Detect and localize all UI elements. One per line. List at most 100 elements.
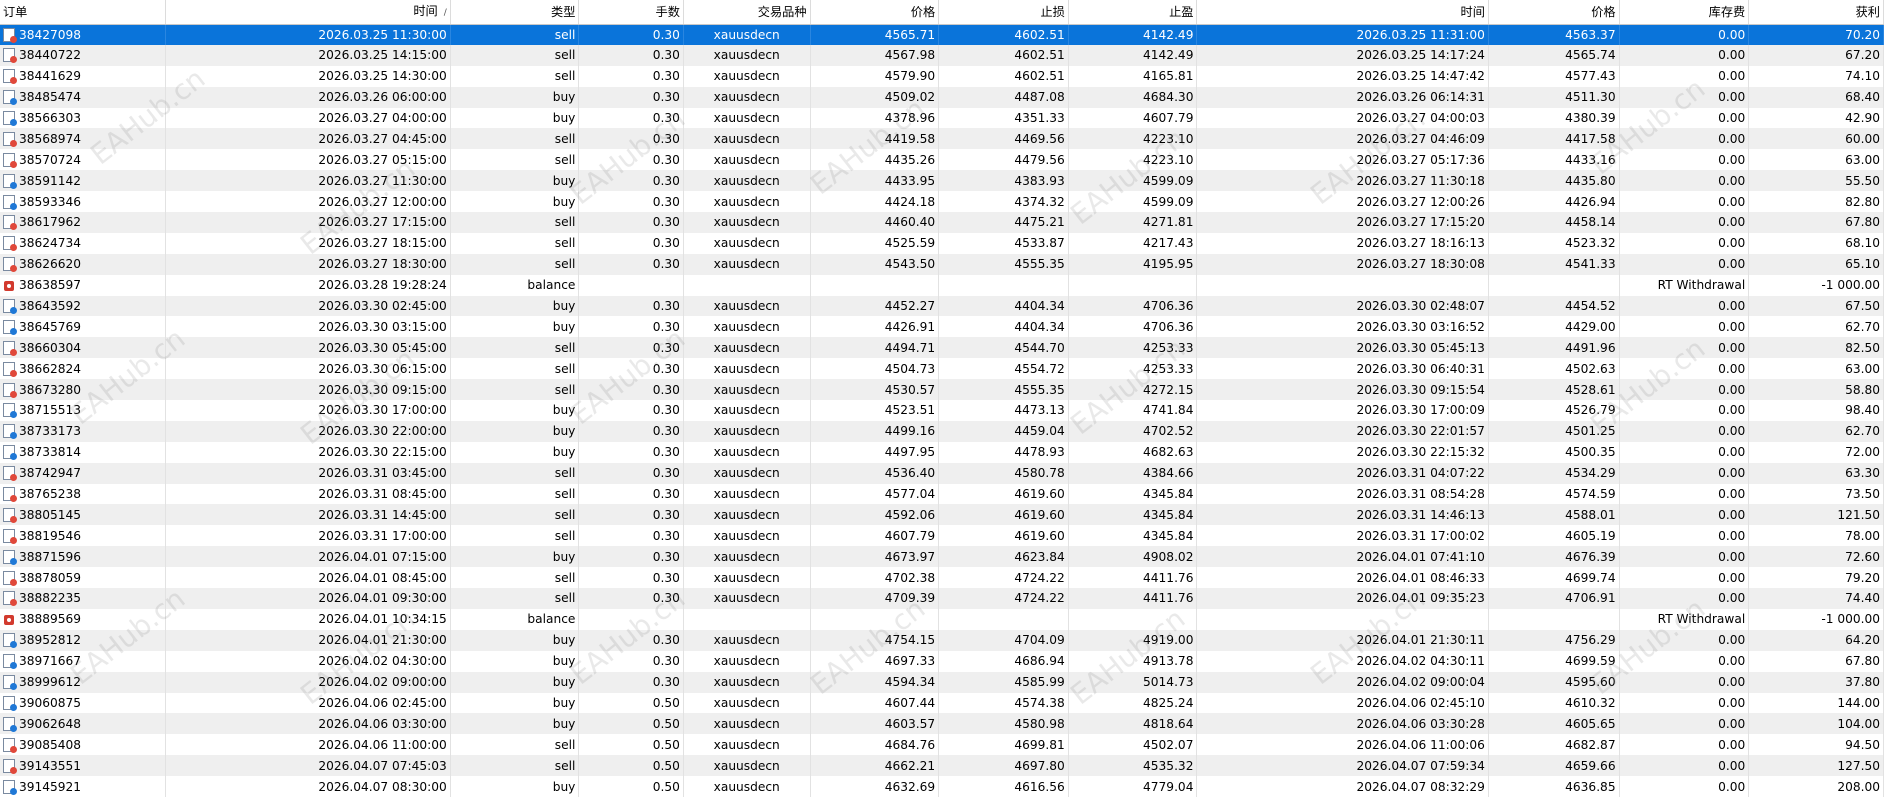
- cell-profit: -1 000.00: [1748, 608, 1884, 630]
- order-id: 38593346: [19, 194, 82, 209]
- table-row[interactable]: 39062648 2026.04.06 03:30:00 buy 0.50 xauusd…: [0, 713, 1884, 735]
- table-row[interactable]: 38617962 2026.03.27 17:15:00 sell 0.30 xauus…: [0, 212, 1884, 233]
- cell-swap: 0.00: [1619, 650, 1750, 672]
- table-row[interactable]: 38673280 2026.03.30 09:15:00 sell 0.30 xauus…: [0, 379, 1884, 401]
- cell-close-time: 2026.03.31 17:00:02: [1196, 525, 1489, 547]
- cell-price: 4378.96: [810, 107, 940, 129]
- cell-open-time: 2026.04.01 21:30:00: [165, 629, 451, 651]
- sell-order-icon: [3, 152, 17, 168]
- table-row[interactable]: 38733173 2026.03.30 22:00:00 buy 0.30 xauusd…: [0, 420, 1884, 442]
- cell-swap: 0.00: [1619, 629, 1750, 651]
- cell-swap: 0.00: [1619, 337, 1750, 359]
- table-row[interactable]: 38660304 2026.03.30 05:45:00 sell 0.30 xauus…: [0, 337, 1884, 359]
- col-header-sl[interactable]: 止损: [938, 0, 1069, 25]
- table-row[interactable]: 38593346 2026.03.27 12:00:00 buy 0.30 xauusd…: [0, 191, 1884, 213]
- col-header-profit[interactable]: 获利: [1748, 0, 1884, 25]
- table-row[interactable]: 38485474 2026.03.26 06:00:00 buy 0.30 xauusd…: [0, 86, 1884, 108]
- cell-lots: 0.50: [578, 734, 684, 756]
- table-row[interactable]: 38878059 2026.04.01 08:45:00 sell 0.30 xauus…: [0, 567, 1884, 589]
- table-row[interactable]: 38819546 2026.03.31 17:00:00 sell 0.30 xauus…: [0, 525, 1884, 547]
- table-row[interactable]: 38662824 2026.03.30 06:15:00 sell 0.30 xauus…: [0, 358, 1884, 380]
- table-row[interactable]: 38566303 2026.03.27 04:00:00 buy 0.30 xauusd…: [0, 107, 1884, 129]
- cell-sl: 4580.98: [938, 713, 1069, 735]
- col-header-time[interactable]: 时间 /: [165, 0, 451, 25]
- table-row[interactable]: 38624734 2026.03.27 18:15:00 sell 0.30 xauus…: [0, 232, 1884, 254]
- cell-lots: 0.30: [578, 441, 684, 463]
- cell-lots: 0.50: [578, 755, 684, 777]
- cell-type: sell: [450, 462, 580, 484]
- cell-order: 38662824: [0, 358, 167, 380]
- cell-symbol: xauusdecn: [683, 149, 811, 171]
- cell-open-time: 2026.03.30 22:15:00: [165, 441, 451, 463]
- cell-type: buy: [450, 650, 580, 672]
- cell-sl: 4383.93: [938, 170, 1069, 192]
- table-row[interactable]: 38626620 2026.03.27 18:30:00 sell 0.30 xauus…: [0, 253, 1884, 275]
- cell-lots: 0.30: [578, 170, 684, 192]
- cell-swap: 0.00: [1619, 295, 1750, 317]
- cell-order: 38485474: [0, 86, 167, 108]
- cell-swap: 0.00: [1619, 671, 1750, 693]
- table-row[interactable]: 38591142 2026.03.27 11:30:00 buy 0.30 xauusd…: [0, 170, 1884, 192]
- col-header-tp[interactable]: 止盈: [1068, 0, 1198, 25]
- table-row[interactable]: 38733814 2026.03.30 22:15:00 buy 0.30 xauusd…: [0, 441, 1884, 463]
- cell-lots: 0.30: [578, 525, 684, 547]
- table-row[interactable]: 38882235 2026.04.01 09:30:00 sell 0.30 xauus…: [0, 588, 1884, 609]
- table-row[interactable]: 38570724 2026.03.27 05:15:00 sell 0.30 xauus…: [0, 149, 1884, 171]
- col-header-symbol[interactable]: 交易品种: [683, 0, 811, 25]
- table-row[interactable]: 38765238 2026.03.31 08:45:00 sell 0.30 xauus…: [0, 483, 1884, 505]
- cell-profit: 63.00: [1748, 358, 1884, 380]
- buy-order-icon: [3, 779, 17, 795]
- cell-type: buy: [450, 86, 580, 108]
- cell-profit: 78.00: [1748, 525, 1884, 547]
- cell-profit: 79.20: [1748, 567, 1884, 589]
- table-row[interactable]: 38440722 2026.03.25 14:15:00 sell 0.30 xauus…: [0, 44, 1884, 66]
- table-row[interactable]: 38568974 2026.03.27 04:45:00 sell 0.30 xauus…: [0, 128, 1884, 150]
- cell-symbol: xauusdecn: [683, 546, 811, 568]
- col-header-close-time[interactable]: 时间: [1196, 0, 1489, 25]
- table-row[interactable]: 38643592 2026.03.30 02:45:00 buy 0.30 xauusd…: [0, 295, 1884, 317]
- table-row[interactable]: 38645769 2026.03.30 03:15:00 buy 0.30 xauusd…: [0, 316, 1884, 338]
- col-header-type[interactable]: 类型: [450, 0, 580, 25]
- table-row-selected[interactable]: 38427098 2026.03.25 11:30:00 sell 0.30 xauus…: [0, 24, 1884, 45]
- col-header-price[interactable]: 价格: [810, 0, 940, 25]
- table-row[interactable]: 38871596 2026.04.01 07:15:00 buy 0.30 xauusd…: [0, 546, 1884, 568]
- cell-price: [810, 274, 940, 296]
- order-id: 38878059: [19, 570, 82, 585]
- table-row[interactable]: 38441629 2026.03.25 14:30:00 sell 0.30 xauus…: [0, 65, 1884, 87]
- col-header-lots[interactable]: 手数: [578, 0, 684, 25]
- cell-profit: 70.20: [1748, 24, 1884, 45]
- col-header-order[interactable]: 订单: [0, 0, 167, 25]
- table-row[interactable]: 39060875 2026.04.06 02:45:00 buy 0.50 xauusd…: [0, 692, 1884, 714]
- table-row[interactable]: 38715513 2026.03.30 17:00:00 buy 0.30 xauusd…: [0, 400, 1884, 421]
- cell-profit: 74.40: [1748, 588, 1884, 609]
- order-id: 38765238: [19, 487, 82, 502]
- table-row[interactable]: 38638597 2026.03.28 19:28:24 balance RT Wit…: [0, 274, 1884, 296]
- table-row[interactable]: 39085408 2026.04.06 11:00:00 sell 0.50 xauus…: [0, 734, 1884, 756]
- col-header-swap[interactable]: 库存费: [1619, 0, 1750, 25]
- cell-swap: 0.00: [1619, 358, 1750, 380]
- col-header-close-price[interactable]: 价格: [1488, 0, 1620, 25]
- table-row[interactable]: 39145921 2026.04.07 08:30:00 buy 0.50 xauusd…: [0, 776, 1884, 797]
- table-row[interactable]: 38999612 2026.04.02 09:00:00 buy 0.30 xauusd…: [0, 671, 1884, 693]
- cell-sl: 4473.13: [938, 400, 1069, 421]
- cell-profit: 208.00: [1748, 776, 1884, 797]
- cell-open-time: 2026.04.02 04:30:00: [165, 650, 451, 672]
- cell-symbol: xauusdecn: [683, 107, 811, 129]
- table-row[interactable]: 38889569 2026.04.01 10:34:15 balance RT Wit…: [0, 608, 1884, 630]
- table-row[interactable]: 38952812 2026.04.01 21:30:00 buy 0.30 xauusd…: [0, 629, 1884, 651]
- cell-lots: 0.30: [578, 232, 684, 254]
- cell-profit: 72.60: [1748, 546, 1884, 568]
- cell-order: 38660304: [0, 337, 167, 359]
- cell-lots: 0.30: [578, 86, 684, 108]
- cell-order: 39060875: [0, 692, 167, 714]
- cell-close-price: 4605.19: [1488, 525, 1620, 547]
- cell-type: buy: [450, 400, 580, 421]
- table-row[interactable]: 38971667 2026.04.02 04:30:00 buy 0.30 xauusd…: [0, 650, 1884, 672]
- table-row[interactable]: 38742947 2026.03.31 03:45:00 sell 0.30 xauus…: [0, 462, 1884, 484]
- table-row[interactable]: 38805145 2026.03.31 14:45:00 sell 0.30 xauus…: [0, 504, 1884, 526]
- cell-price: 4684.76: [810, 734, 940, 756]
- table-row[interactable]: 39143551 2026.04.07 07:45:03 sell 0.50 xauus…: [0, 755, 1884, 777]
- cell-swap: 0.00: [1619, 316, 1750, 338]
- order-id: 38952812: [19, 633, 82, 648]
- cell-open-time: 2026.04.01 08:45:00: [165, 567, 451, 589]
